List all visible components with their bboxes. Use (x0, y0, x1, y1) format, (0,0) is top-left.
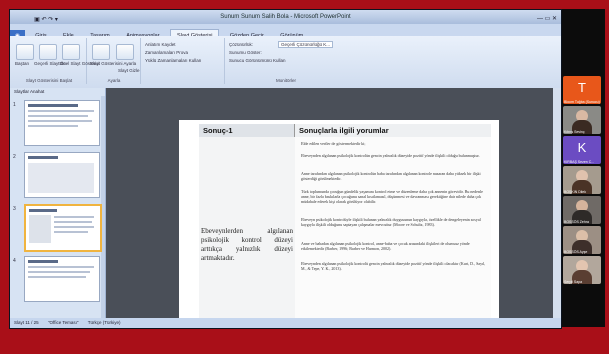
participant-name: Kıbrıs Sevinç (564, 130, 585, 134)
thumbnail-line (54, 216, 94, 218)
thumbnail-line (28, 120, 92, 122)
thumbnail-line (54, 221, 92, 223)
participant-tile[interactable]: BOSSÖS Zehra (563, 196, 601, 224)
slide-thumbnail-selected[interactable] (24, 204, 102, 252)
thumbnail-header (28, 260, 58, 263)
results-table: Sonuç-1 Sonuçlarla ilgili yorumlar Ebeve… (199, 124, 491, 318)
thumbnail-header (28, 104, 78, 107)
powerpoint-window: ▣ ↶ ↷ ▾ Sunum Sunum Salih Bola - Microso… (9, 9, 562, 329)
thumbnail-line (28, 271, 90, 273)
window-title-bar: ▣ ↶ ↷ ▾ Sunum Sunum Salih Bola - Microso… (10, 10, 561, 24)
thumbnail-line (54, 226, 94, 228)
group-setup-label: Ayarla (107, 78, 121, 83)
quick-access-toolbar[interactable]: ▣ ↶ ↷ ▾ (16, 13, 76, 23)
participant-tile[interactable]: K KIRBAŞ Sezen C... (563, 136, 601, 164)
thumbnail-line (28, 115, 88, 117)
slides-outline-tabs[interactable]: Slaytlar Anahat (10, 88, 105, 96)
thumbnail-header (28, 156, 58, 159)
group-setup: Slayt Gösterisini Ayarla Slayt Gizle Aya… (88, 38, 141, 84)
language-indicator[interactable]: Türkçe (Türkiye) (88, 320, 121, 325)
thumbnail-number: 1 (13, 102, 16, 108)
thumbnail-block (29, 215, 51, 243)
participant-name: BOSSÖS Zehra (564, 220, 589, 224)
use-timings-checkbox[interactable]: Yüklü Zamanlamaları Kullan (145, 58, 201, 63)
resolution-dropdown[interactable]: Geçerli Çözünürlüğü K... (278, 41, 334, 48)
table-header-right: Sonuçlarla ilgili yorumlar (295, 124, 491, 137)
custom-show-button[interactable] (62, 44, 80, 60)
comment-paragraph: Ebeveynden algılanan psikolojik kontrolü… (301, 261, 486, 271)
comment-paragraph: Ebeveynden algılanan psikolojik kontrolü… (301, 153, 480, 158)
comment-paragraph: Anne ve babadan algılanan psikolojik kon… (301, 241, 470, 251)
group-monitors: Çözünürlük: Geçerli Çözünürlüğü K... Sun… (226, 38, 346, 84)
setup-slideshow-button[interactable] (92, 44, 110, 60)
group-monitors-label: Monitörler (275, 78, 296, 83)
thumbnail-number: 2 (13, 154, 16, 160)
table-right-cell: Elde edilen veriler de göstermektedir ki… (295, 137, 491, 318)
slide[interactable]: Sonuç-1 Sonuçlarla ilgili yorumlar Ebeve… (179, 120, 499, 318)
thumbnail-line (28, 110, 94, 112)
participant-name: BOSSÖS Ayşe (564, 250, 588, 254)
from-beginning-button[interactable] (16, 44, 34, 60)
comment-paragraph: Elde edilen veriler de göstermektedir ki… (301, 141, 366, 146)
thumbnail-line (28, 276, 86, 278)
avatar: T (578, 80, 586, 95)
group-start-slideshow: Baştan Geçerli Slayttan Özel Slayt Göste… (12, 38, 100, 84)
participant-tile[interactable]: BOSSÖS Ayşe (563, 226, 601, 254)
from-current-button[interactable] (39, 44, 57, 60)
avatar: K (577, 140, 587, 155)
thumbnail-line (28, 266, 94, 268)
participant-name: Serpil Sapa (564, 280, 583, 284)
group-recording: Anlatım Kaydet Zamanlamaları Prova Yüklü… (142, 38, 225, 84)
participant-name: BOŞKIN Dilek (564, 190, 586, 194)
thumbnail-number: 4 (13, 258, 16, 264)
slide-thumbnail[interactable] (24, 152, 100, 198)
show-on-label: Sunumu Göster: (229, 50, 262, 55)
from-beginning-label: Baştan (15, 61, 30, 66)
group-start-label: Slayt Gösterisini Başlat (25, 78, 73, 83)
participant-tile[interactable]: Kıbrıs Sevinç (563, 106, 601, 134)
slide-counter: Slayt 11 / 25 (14, 320, 39, 325)
participants-sidebar: T Bloom Tuğba (Sunucu) Kıbrıs Sevinç K K… (563, 76, 603, 284)
record-narration-option[interactable]: Anlatım Kaydet (145, 42, 176, 47)
table-left-cell: Ebeveynlerden algılanan psikolojik kontr… (199, 137, 296, 318)
ribbon: Baştan Geçerli Slayttan Özel Slayt Göste… (10, 36, 561, 89)
participant-tile[interactable]: BOŞKIN Dilek (563, 166, 601, 194)
theme-name: "Office Teması" (47, 320, 79, 325)
table-header-left: Sonuç-1 (199, 124, 295, 137)
participant-tile[interactable]: T Bloom Tuğba (Sunucu) (563, 76, 601, 104)
thumbnail-line (28, 125, 78, 127)
comment-paragraph: Anne tarafından algılanan psikolojik kon… (301, 171, 481, 181)
participant-tile[interactable]: Serpil Sapa (563, 256, 601, 284)
result-statement: Ebeveynlerden algılanan psikolojik kontr… (201, 227, 293, 262)
comment-paragraph: Ebeveyn psikolojik kontrolüyle ilişkili … (301, 217, 481, 227)
slide-canvas: Sonuç-1 Sonuçlarla ilgili yorumlar Ebeve… (106, 88, 553, 318)
resolution-label: Çözünürlük: (229, 42, 254, 47)
slide-vertical-scrollbar[interactable] (553, 88, 561, 318)
thumbnail-table (28, 163, 94, 193)
status-bar: Slayt 11 / 25 "Office Teması" Türkçe (Tü… (10, 318, 561, 328)
setup-slideshow-label: Slayt Gösterisini Ayarla (90, 61, 137, 66)
participant-name: KIRBAŞ Sezen C... (564, 160, 595, 164)
thumbnail-line (54, 231, 88, 233)
slide-thumbnail[interactable] (24, 256, 100, 302)
slides-panel: Slaytlar Anahat 1 2 3 4 (10, 88, 106, 318)
rehearse-timings-option[interactable]: Zamanlamaları Prova (145, 50, 188, 55)
hide-slide-button[interactable] (116, 44, 134, 60)
participant-name: Bloom Tuğba (Sunucu) (564, 100, 600, 104)
presenter-view-checkbox[interactable]: Sunucu Görünümünü Kullan (229, 58, 286, 63)
comment-paragraph: Türk toplumunda çocuğun gündelik yaşamın… (301, 189, 483, 204)
window-title: Sunum Sunum Salih Bola - Microsoft Power… (220, 14, 351, 20)
hide-slide-label: Slayt Gizle (118, 68, 140, 73)
thumbnail-header (29, 209, 57, 212)
thumbnail-number: 3 (13, 206, 16, 212)
slide-thumbnail[interactable] (24, 100, 100, 146)
